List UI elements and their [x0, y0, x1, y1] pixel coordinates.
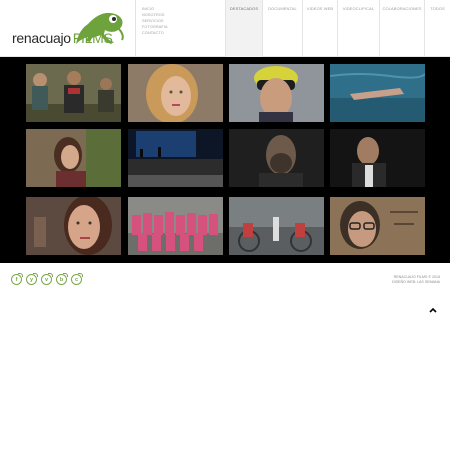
brand-name: renacuajo [12, 30, 71, 46]
header-divider [135, 0, 136, 57]
tab-todos[interactable]: TODOS [424, 0, 450, 57]
site-header: renacuajo FILMS INICIO NOSOTROS SERVICIOS… [0, 0, 450, 57]
video-thumb-3[interactable] [229, 64, 324, 122]
video-thumb-12[interactable] [330, 197, 425, 255]
tab-videos-web[interactable]: VIDEOS WEB [302, 0, 337, 57]
tab-colaboraciones[interactable]: COLABORACIONES [379, 0, 424, 57]
brand-suffix: FILMS [72, 30, 113, 46]
design-credit[interactable]: DISEÑO WEB: LAS SEMANA [392, 280, 440, 285]
video-thumb-5[interactable] [26, 129, 121, 187]
video-thumb-11[interactable] [229, 197, 324, 255]
video-gallery [0, 57, 450, 318]
tab-destacados[interactable]: DESTACADOS [225, 0, 262, 57]
chevron-up-icon [429, 307, 437, 313]
video-thumb-2[interactable] [128, 64, 223, 122]
page: renacuajo FILMS INICIO NOSOTROS SERVICIOS… [0, 0, 450, 450]
menu-item-contacto[interactable]: CONTACTO [142, 30, 168, 36]
contact-icon[interactable]: c [71, 273, 83, 285]
video-thumb-6[interactable] [128, 129, 223, 187]
video-thumb-1[interactable] [26, 64, 121, 122]
video-thumb-8[interactable] [330, 129, 425, 187]
scroll-top-button[interactable] [425, 302, 441, 318]
social-links: f y v b c [11, 273, 83, 285]
blog-icon[interactable]: b [56, 273, 68, 285]
main-menu: INICIO NOSOTROS SERVICIOS FOTOGRAFIA CON… [142, 6, 168, 36]
video-thumb-10[interactable] [128, 197, 223, 255]
video-thumb-9[interactable] [26, 197, 121, 255]
site-logo[interactable]: renacuajo FILMS [8, 8, 130, 48]
video-thumb-4[interactable] [330, 64, 425, 122]
video-thumb-7[interactable] [229, 129, 324, 187]
tab-documental[interactable]: DOCUMENTAL [262, 0, 302, 57]
category-tabs: DESTACADOS DOCUMENTAL VIDEOS WEB VIDEOCL… [225, 0, 450, 57]
vimeo-icon[interactable]: v [41, 273, 53, 285]
tab-videoclip[interactable]: VIDEOCLIP/CAL [337, 0, 379, 57]
youtube-icon[interactable]: y [26, 273, 38, 285]
facebook-icon[interactable]: f [11, 273, 23, 285]
footer-credits: RENACUAJO FILMS © 2015 DISEÑO WEB: LAS S… [392, 275, 440, 285]
